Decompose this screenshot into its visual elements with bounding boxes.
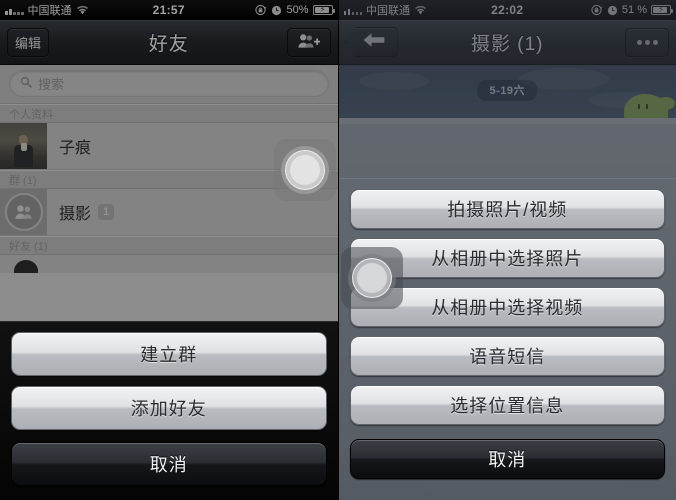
- take-photo-video-button[interactable]: 拍摄照片/视频: [349, 189, 665, 229]
- add-friend-sheet-button[interactable]: 添加好友: [11, 386, 327, 430]
- dual-phone-screenshot: 中国联通 21:57 50% ⚡ 编辑 好友 搜索 个人资料 子痕 群 (1) …: [0, 0, 676, 500]
- voice-message-button[interactable]: 语音短信: [349, 336, 665, 376]
- choose-location-button[interactable]: 选择位置信息: [349, 385, 665, 425]
- right-phone-screen: 中国联通 22:02 51 % ⚡: [337, 0, 676, 500]
- touch-indicator: [340, 247, 403, 309]
- cancel-button[interactable]: 取消: [11, 442, 327, 486]
- action-sheet: 建立群 添加好友 取消: [0, 321, 338, 500]
- left-phone-screen: 中国联通 21:57 50% ⚡ 编辑 好友 搜索 个人资料 子痕 群 (1) …: [0, 0, 338, 500]
- cancel-button[interactable]: 取消: [349, 439, 665, 479]
- create-group-button[interactable]: 建立群: [11, 332, 327, 376]
- action-sheet: 拍摄照片/视频 从相册中选择照片 从相册中选择视频 语音短信 选择位置信息 取消: [338, 178, 676, 500]
- touch-indicator: [274, 139, 336, 201]
